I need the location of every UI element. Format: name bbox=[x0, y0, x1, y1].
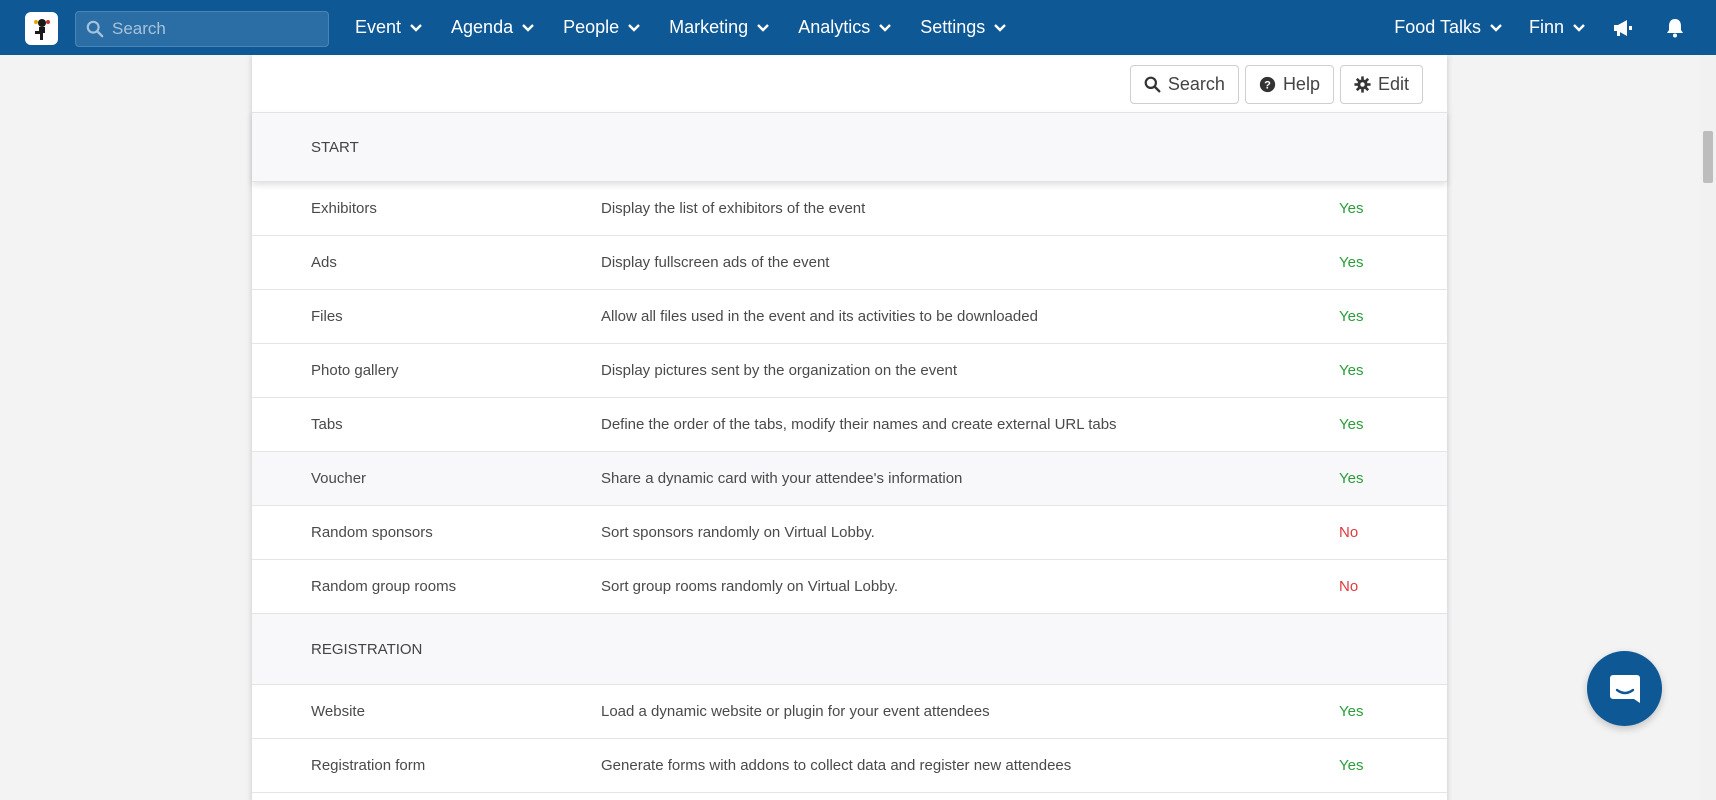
search-input[interactable] bbox=[112, 19, 312, 39]
feature-status: Yes bbox=[1339, 362, 1364, 379]
nav-event-label: Event bbox=[355, 17, 402, 37]
chevron-down-icon bbox=[994, 23, 1007, 32]
features-card: Search ? Help Edit START Exhibitors Disp… bbox=[252, 55, 1447, 800]
feature-name: Voucher bbox=[311, 470, 367, 487]
feature-name: Registration form bbox=[311, 757, 426, 774]
help-button[interactable]: ? Help bbox=[1244, 65, 1334, 104]
feature-row-random-group-rooms[interactable]: Random group rooms Sort group rooms rand… bbox=[252, 560, 1447, 614]
question-circle-icon: ? bbox=[1259, 76, 1276, 93]
feature-row-registration-form[interactable]: Registration form Generate forms with ad… bbox=[252, 739, 1447, 793]
card-toolbar: Search ? Help Edit bbox=[1124, 65, 1423, 104]
scrollbar-thumb[interactable] bbox=[1703, 131, 1713, 183]
feature-name: Tabs bbox=[311, 416, 343, 433]
section-title: START bbox=[311, 138, 359, 156]
feature-status: Yes bbox=[1339, 200, 1364, 217]
search-icon bbox=[1144, 76, 1161, 93]
announcements-button[interactable] bbox=[1612, 18, 1634, 38]
nav-analytics-label: Analytics bbox=[798, 17, 871, 37]
user-menu[interactable]: Finn bbox=[1529, 17, 1586, 38]
feature-status: Yes bbox=[1339, 703, 1364, 720]
edit-button-label: Edit bbox=[1377, 74, 1409, 94]
global-search[interactable] bbox=[75, 11, 329, 47]
feature-name: Website bbox=[311, 703, 365, 720]
feature-name: Photo gallery bbox=[311, 362, 399, 379]
chevron-down-icon bbox=[628, 23, 641, 32]
feature-description: Display fullscreen ads of the event bbox=[601, 254, 830, 271]
nav-people[interactable]: People bbox=[563, 17, 641, 38]
app-logo[interactable] bbox=[25, 12, 58, 45]
feature-status: Yes bbox=[1339, 416, 1364, 433]
nav-settings-label: Settings bbox=[920, 17, 986, 37]
nav-analytics[interactable]: Analytics bbox=[798, 17, 892, 38]
feature-row-random-sponsors[interactable]: Random sponsors Sort sponsors randomly o… bbox=[252, 506, 1447, 560]
feature-status: No bbox=[1339, 578, 1359, 595]
feature-description: Share a dynamic card with your attendee'… bbox=[601, 470, 963, 487]
edit-button[interactable]: Edit bbox=[1339, 65, 1423, 104]
feature-description: Define the order of the tabs, modify the… bbox=[601, 416, 1117, 433]
nav-people-label: People bbox=[563, 17, 620, 37]
feature-name: Files bbox=[311, 308, 343, 325]
section-title: REGISTRATION bbox=[311, 640, 423, 658]
bell-icon bbox=[1667, 18, 1683, 37]
nav-event[interactable]: Event bbox=[355, 17, 423, 38]
feature-row-ads[interactable]: Ads Display fullscreen ads of the event … bbox=[252, 236, 1447, 290]
event-switcher-label: Food Talks bbox=[1394, 17, 1481, 37]
chevron-down-icon bbox=[1490, 23, 1502, 32]
feature-name: Ads bbox=[311, 254, 337, 271]
chevron-down-icon bbox=[1573, 23, 1585, 32]
logo-icon bbox=[33, 18, 50, 40]
chat-launcher-button[interactable] bbox=[1587, 651, 1662, 726]
feature-description: Display pictures sent by the organizatio… bbox=[601, 362, 958, 379]
svg-text:?: ? bbox=[1264, 79, 1271, 91]
feature-status: Yes bbox=[1339, 470, 1364, 487]
chevron-down-icon bbox=[410, 23, 422, 32]
feature-description: Display the list of exhibitors of the ev… bbox=[601, 200, 866, 217]
chat-icon bbox=[1609, 674, 1640, 703]
page-scrollbar[interactable] bbox=[1700, 55, 1716, 800]
section-header-registration: REGISTRATION bbox=[252, 613, 1447, 685]
nav-settings[interactable]: Settings bbox=[920, 17, 1007, 38]
feature-name: Random sponsors bbox=[311, 524, 433, 541]
feature-status: Yes bbox=[1339, 757, 1364, 774]
chevron-down-icon bbox=[757, 23, 770, 32]
feature-row-files[interactable]: Files Allow all files used in the event … bbox=[252, 290, 1447, 344]
main-menu: Event Agenda People Marketing Analytics … bbox=[355, 0, 1035, 55]
event-switcher[interactable]: Food Talks bbox=[1394, 17, 1503, 38]
user-menu-label: Finn bbox=[1528, 17, 1564, 37]
section-header-start: START bbox=[252, 112, 1447, 182]
feature-description: Allow all files used in the event and it… bbox=[601, 308, 1038, 325]
top-navbar: Event Agenda People Marketing Analytics … bbox=[0, 0, 1716, 55]
gear-icon bbox=[1354, 76, 1371, 93]
help-button-label: Help bbox=[1282, 74, 1320, 94]
search-icon bbox=[86, 20, 104, 38]
feature-status: No bbox=[1339, 524, 1359, 541]
feature-row-exhibitors[interactable]: Exhibitors Display the list of exhibitor… bbox=[252, 182, 1447, 236]
nav-right: Food Talks Finn bbox=[1394, 0, 1716, 55]
feature-status: Yes bbox=[1339, 308, 1364, 325]
chevron-down-icon bbox=[879, 23, 892, 32]
notifications-button[interactable] bbox=[1666, 18, 1684, 38]
nav-agenda[interactable]: Agenda bbox=[451, 17, 535, 38]
feature-name: Exhibitors bbox=[311, 200, 377, 217]
feature-description: Sort group rooms randomly on Virtual Lob… bbox=[601, 578, 899, 595]
feature-row-photo-gallery[interactable]: Photo gallery Display pictures sent by t… bbox=[252, 344, 1447, 398]
nav-marketing-label: Marketing bbox=[669, 17, 749, 37]
feature-row-website[interactable]: Website Load a dynamic website or plugin… bbox=[252, 685, 1447, 739]
feature-row-voucher[interactable]: Voucher Share a dynamic card with your a… bbox=[252, 452, 1447, 506]
megaphone-icon bbox=[1614, 19, 1632, 36]
feature-description: Generate forms with addons to collect da… bbox=[601, 757, 1072, 774]
search-button[interactable]: Search bbox=[1129, 65, 1239, 104]
feature-status: Yes bbox=[1339, 254, 1364, 271]
nav-marketing[interactable]: Marketing bbox=[669, 17, 770, 38]
nav-agenda-label: Agenda bbox=[451, 17, 514, 37]
feature-row-tabs[interactable]: Tabs Define the order of the tabs, modif… bbox=[252, 398, 1447, 452]
feature-name: Random group rooms bbox=[311, 578, 457, 595]
search-button-label: Search bbox=[1167, 74, 1225, 94]
feature-description: Sort sponsors randomly on Virtual Lobby. bbox=[601, 524, 875, 541]
chevron-down-icon bbox=[522, 23, 534, 32]
feature-description: Load a dynamic website or plugin for you… bbox=[601, 703, 990, 720]
